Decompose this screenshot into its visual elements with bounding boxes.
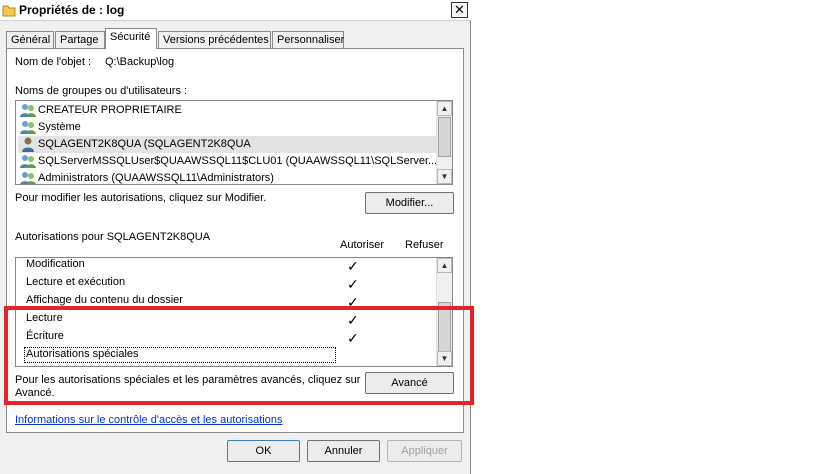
deny-header: Refuser	[405, 239, 444, 251]
list-item-selected[interactable]: SQLAGENT2K8QUA (SQLAGENT2K8QUA	[18, 136, 436, 153]
permission-row: Lecture et exécution	[26, 276, 126, 288]
group-icon	[20, 120, 36, 135]
folder-icon	[2, 3, 16, 17]
cancel-button[interactable]: Annuler	[307, 440, 380, 462]
apply-button[interactable]: Appliquer	[387, 440, 462, 462]
tab-previous-versions[interactable]: Versions précédentes	[158, 31, 271, 49]
access-control-info-link[interactable]: Informations sur le contrôle d'accès et …	[15, 414, 282, 426]
object-name-value: Q:\Backup\log	[105, 56, 175, 68]
user-icon	[20, 137, 36, 152]
modify-hint: Pour modifier les autorisations, cliquez…	[15, 192, 267, 204]
groups-label: Noms de groupes ou d'utilisateurs :	[15, 85, 188, 97]
tab-security[interactable]: Sécurité	[105, 28, 157, 49]
tab-general[interactable]: Général	[6, 31, 54, 49]
tab-sharing[interactable]: Partage	[55, 31, 105, 49]
scroll-up-icon[interactable]: ▲	[437, 101, 452, 116]
group-icon	[20, 154, 36, 169]
groups-scrollbar[interactable]: ▲ ▼	[436, 101, 452, 184]
close-icon: ✕	[454, 2, 465, 17]
scroll-down-icon[interactable]: ▼	[437, 169, 452, 184]
permission-row: Modification	[26, 258, 85, 270]
allow-check-icon: ✓	[347, 276, 359, 292]
list-item[interactable]: Système	[18, 119, 436, 136]
title-bar[interactable]: Propriétés de : log ✕	[0, 0, 471, 21]
object-name-label: Nom de l'objet :	[15, 56, 92, 68]
permissions-label: Autorisations pour SQLAGENT2K8QUA	[15, 231, 211, 243]
window-title: Propriétés de : log	[19, 3, 125, 17]
close-button[interactable]: ✕	[451, 2, 468, 18]
group-icon	[20, 171, 36, 184]
groups-listbox[interactable]: CREATEUR PROPRIETAIRE Système SQLAGENT2K…	[15, 100, 453, 185]
list-item[interactable]: Administrators (QUAAWSSQL11\Administrato…	[18, 170, 436, 184]
group-icon	[20, 103, 36, 118]
list-item[interactable]: SQLServerMSSQLUser$QUAAWSSQL11$CLU01 (QU…	[18, 153, 437, 170]
allow-check-icon: ✓	[347, 258, 359, 274]
list-item[interactable]: CREATEUR PROPRIETAIRE	[18, 102, 436, 119]
modify-button[interactable]: Modifier...	[365, 192, 454, 214]
tab-customize[interactable]: Personnaliser	[272, 31, 344, 49]
allow-header: Autoriser	[340, 239, 385, 251]
scroll-thumb[interactable]	[438, 117, 451, 157]
ok-button[interactable]: OK	[227, 440, 300, 462]
red-highlight-annotation	[4, 306, 474, 405]
scroll-up-icon[interactable]: ▲	[437, 258, 452, 273]
